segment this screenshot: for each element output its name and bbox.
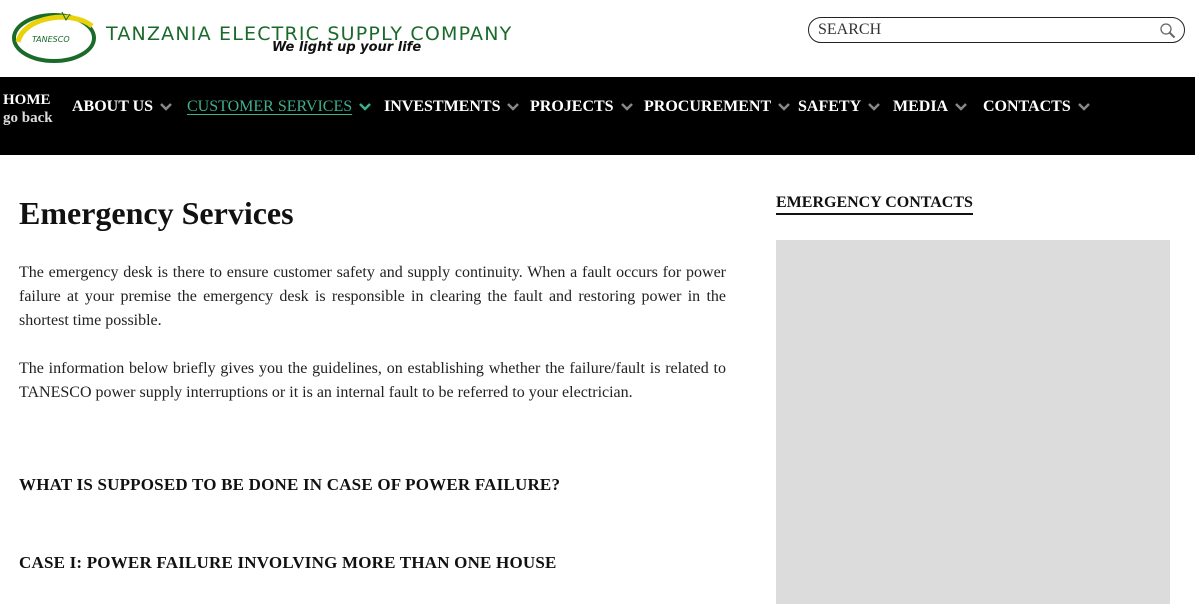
nav-item-contacts[interactable]: CONTACTS <box>983 98 1090 116</box>
emergency-contacts-title: EMERGENCY CONTACTS <box>776 194 973 215</box>
chevron-down-icon[interactable] <box>160 103 172 111</box>
search-icon[interactable] <box>1159 22 1176 39</box>
chevron-down-icon[interactable] <box>1077 103 1090 111</box>
home-label[interactable]: HOME <box>3 91 53 109</box>
nav-item-safety[interactable]: SAFETY <box>798 98 881 116</box>
nav-item-investments[interactable]: INVESTMENTS <box>384 98 520 116</box>
nav-item-label[interactable]: PROCUREMENT <box>644 98 771 116</box>
search-box[interactable] <box>808 17 1185 43</box>
intro-paragraph: The emergency desk is there to ensure cu… <box>19 264 726 329</box>
section-heading: WHAT IS SUPPOSED TO BE DONE IN CASE OF P… <box>19 475 561 494</box>
tagline: We light up your life <box>272 40 422 55</box>
svg-text:TANESCO: TANESCO <box>32 35 70 44</box>
nav-item-customer-services[interactable]: CUSTOMER SERVICES <box>187 98 372 116</box>
chevron-down-icon[interactable] <box>868 103 881 111</box>
emergency-contacts-panel <box>776 240 1170 604</box>
main-nav: HOME go back ABOUT US CUSTOMER SERVICES … <box>0 77 1195 155</box>
chevron-down-icon[interactable] <box>955 103 967 111</box>
page-title: Emergency Services <box>19 195 294 231</box>
nav-item-label[interactable]: MEDIA <box>893 98 948 116</box>
search-input[interactable] <box>818 20 1148 40</box>
chevron-down-icon[interactable] <box>507 103 520 111</box>
chevron-down-icon[interactable] <box>620 103 633 111</box>
nav-item-label[interactable]: PROJECTS <box>530 98 614 116</box>
nav-item-label[interactable]: CUSTOMER SERVICES <box>187 98 352 116</box>
nav-item-media[interactable]: MEDIA <box>893 98 967 116</box>
chevron-down-icon[interactable] <box>359 103 372 111</box>
go-back-link[interactable]: go back <box>3 109 53 127</box>
nav-item-label[interactable]: SAFETY <box>798 98 861 116</box>
guidelines-paragraph: The information below briefly gives you … <box>19 360 726 401</box>
nav-item-label[interactable]: CONTACTS <box>983 98 1071 116</box>
nav-item-projects[interactable]: PROJECTS <box>530 98 633 116</box>
chevron-down-icon[interactable] <box>778 103 790 111</box>
nav-item-procurement[interactable]: PROCUREMENT <box>644 98 790 116</box>
nav-item-label[interactable]: INVESTMENTS <box>384 98 500 116</box>
section-heading: CASE I: POWER FAILURE INVOLVING MORE THA… <box>19 553 557 572</box>
nav-item-about-us[interactable]: ABOUT US <box>72 98 172 116</box>
nav-item-label[interactable]: ABOUT US <box>72 98 153 116</box>
tanesco-logo[interactable]: TANESCO <box>12 8 96 64</box>
home-link[interactable]: HOME go back <box>3 91 53 127</box>
site-header: TANESCO TANZANIA ELECTRIC SUPPLY COMPANY… <box>0 0 1195 77</box>
